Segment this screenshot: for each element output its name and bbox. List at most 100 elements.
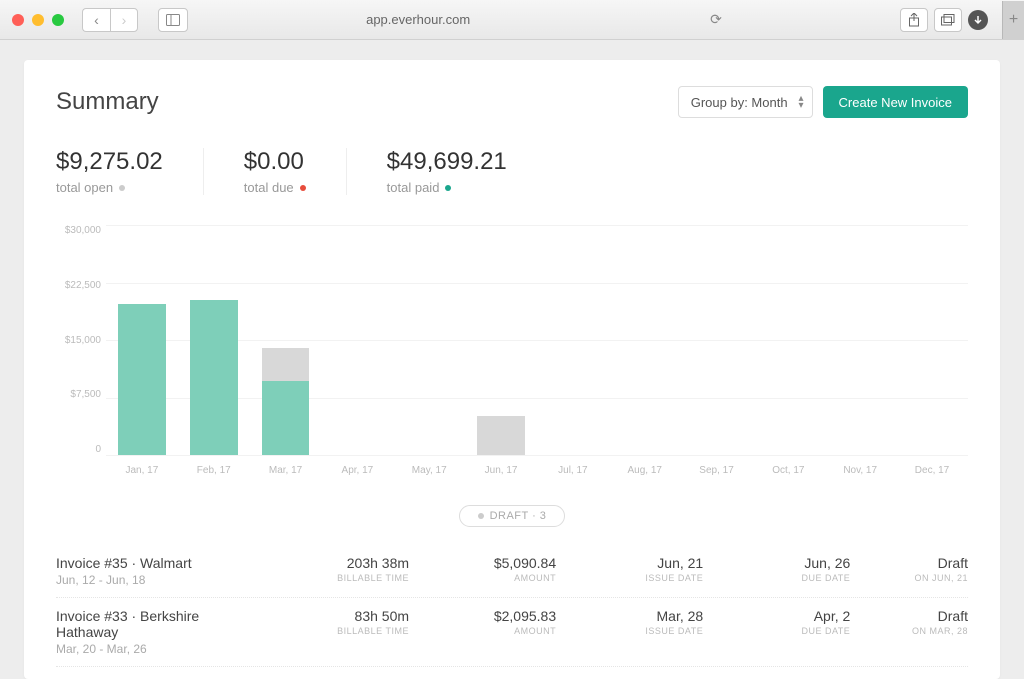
create-invoice-button[interactable]: Create New Invoice [823,86,968,118]
url-display[interactable]: app.everhour.com [366,12,470,27]
y-tick: 0 [56,444,101,455]
bar-slot [393,225,465,455]
filter-pill-label: DRAFT · 3 [490,510,547,522]
status-dot-icon [300,185,306,191]
bar-slot [681,225,753,455]
page-title: Summary [56,88,159,116]
stat-label: total paid [387,180,440,195]
share-button[interactable] [900,8,928,32]
invoice-issue-date: Mar, 28 [556,608,703,624]
col-label: ISSUE DATE [556,573,703,583]
stat-total-open: $9,275.02 total open [56,148,204,195]
status-dot-icon [445,185,451,191]
x-tick: Jul, 17 [537,465,609,485]
filter-pill-row: DRAFT · 3 [56,505,968,527]
chart-bar[interactable] [190,300,238,455]
plus-icon: + [1009,11,1018,29]
close-window-button[interactable] [12,14,24,26]
invoice-amount: $2,095.83 [409,608,556,624]
col-label: DUE DATE [703,626,850,636]
downloads-button[interactable] [968,10,988,30]
invoice-row[interactable]: Invoice #33 · Berkshire Hathaway Mar, 20… [56,598,968,667]
x-tick: Oct, 17 [752,465,824,485]
invoice-status-sub: ON MAR, 28 [850,626,968,636]
bar-segment-paid [190,300,238,455]
chevron-left-icon: ‹ [94,12,99,28]
invoice-title: Invoice #33 · Berkshire Hathaway [56,608,262,640]
minimize-window-button[interactable] [32,14,44,26]
bar-slot [609,225,681,455]
bar-slot [896,225,968,455]
chart-bar[interactable] [262,348,310,455]
chart-bar[interactable] [118,304,166,455]
col-label: AMOUNT [409,626,556,636]
stat-value: $9,275.02 [56,148,163,176]
chart-y-axis: $30,000 $22,500 $15,000 $7,500 0 [56,225,101,455]
invoice-billable: 203h 38m [262,555,409,571]
x-tick: Dec, 17 [896,465,968,485]
share-icon [908,13,920,27]
window-controls [12,14,64,26]
invoice-due-date: Jun, 26 [703,555,850,571]
x-tick: Jan, 17 [106,465,178,485]
chevron-right-icon: › [122,12,127,28]
sidebar-toggle-button[interactable] [158,8,188,32]
stat-total-paid: $49,699.21 total paid [387,148,547,195]
invoice-status: Draft [850,608,968,624]
x-tick: Nov, 17 [824,465,896,485]
bar-slot [178,225,250,455]
x-tick: Jun, 17 [465,465,537,485]
invoice-billable: 83h 50m [262,608,409,624]
stat-total-due: $0.00 total due [244,148,347,195]
chart-x-axis: Jan, 17Feb, 17Mar, 17Apr, 17May, 17Jun, … [106,465,968,485]
bar-segment-open [262,348,310,380]
stat-value: $0.00 [244,148,306,176]
tabs-icon [941,14,955,26]
y-tick: $30,000 [56,225,101,236]
col-label: BILLABLE TIME [262,626,409,636]
select-caret-icon: ▴▾ [799,95,804,109]
x-tick: Feb, 17 [178,465,250,485]
app-viewport: Summary Group by: Month ▴▾ Create New In… [0,40,1024,679]
y-tick: $22,500 [56,280,101,291]
tabs-button[interactable] [934,8,962,32]
x-tick: Mar, 17 [250,465,322,485]
invoice-date-range: Jun, 12 - Jun, 18 [56,573,262,587]
maximize-window-button[interactable] [52,14,64,26]
main-card: Summary Group by: Month ▴▾ Create New In… [24,60,1000,679]
revenue-chart: $30,000 $22,500 $15,000 $7,500 0 Jan, 17… [56,225,968,485]
col-label: ISSUE DATE [556,626,703,636]
bar-slot [537,225,609,455]
bar-slot [465,225,537,455]
stats-row: $9,275.02 total open $0.00 total due $49… [56,148,968,195]
col-label: DUE DATE [703,573,850,583]
bar-segment-paid [118,304,166,455]
invoice-list: Invoice #35 · Walmart Jun, 12 - Jun, 18 … [56,545,968,679]
invoice-row[interactable]: Invoice #35 · Walmart Jun, 12 - Jun, 18 … [56,545,968,598]
status-dot-icon [119,185,125,191]
y-tick: $7,500 [56,389,101,400]
draft-filter-pill[interactable]: DRAFT · 3 [459,505,566,527]
group-by-label: Group by: Month [691,95,788,110]
invoice-row[interactable]: Invoice #4_15_73 · CVS Health Mar, 13 - … [56,667,968,679]
status-dot-icon [478,513,484,519]
invoice-issue-date: Jun, 21 [556,555,703,571]
bar-slot [106,225,178,455]
back-button[interactable]: ‹ [82,8,110,32]
bar-slot [752,225,824,455]
col-label: AMOUNT [409,573,556,583]
invoice-due-date: Apr, 2 [703,608,850,624]
x-tick: Aug, 17 [609,465,681,485]
stat-value: $49,699.21 [387,148,507,176]
y-tick: $15,000 [56,335,101,346]
reload-button[interactable]: ⟳ [710,11,722,28]
group-by-select[interactable]: Group by: Month ▴▾ [678,86,813,118]
chart-bar[interactable] [477,416,525,455]
stat-label: total due [244,180,294,195]
invoice-date-range: Mar, 20 - Mar, 26 [56,642,262,656]
new-tab-button[interactable]: + [1002,1,1024,39]
x-tick: May, 17 [393,465,465,485]
browser-toolbar: ‹ › app.everhour.com ⟳ + [0,0,1024,40]
sidebar-icon [166,14,180,26]
forward-button[interactable]: › [110,8,138,32]
